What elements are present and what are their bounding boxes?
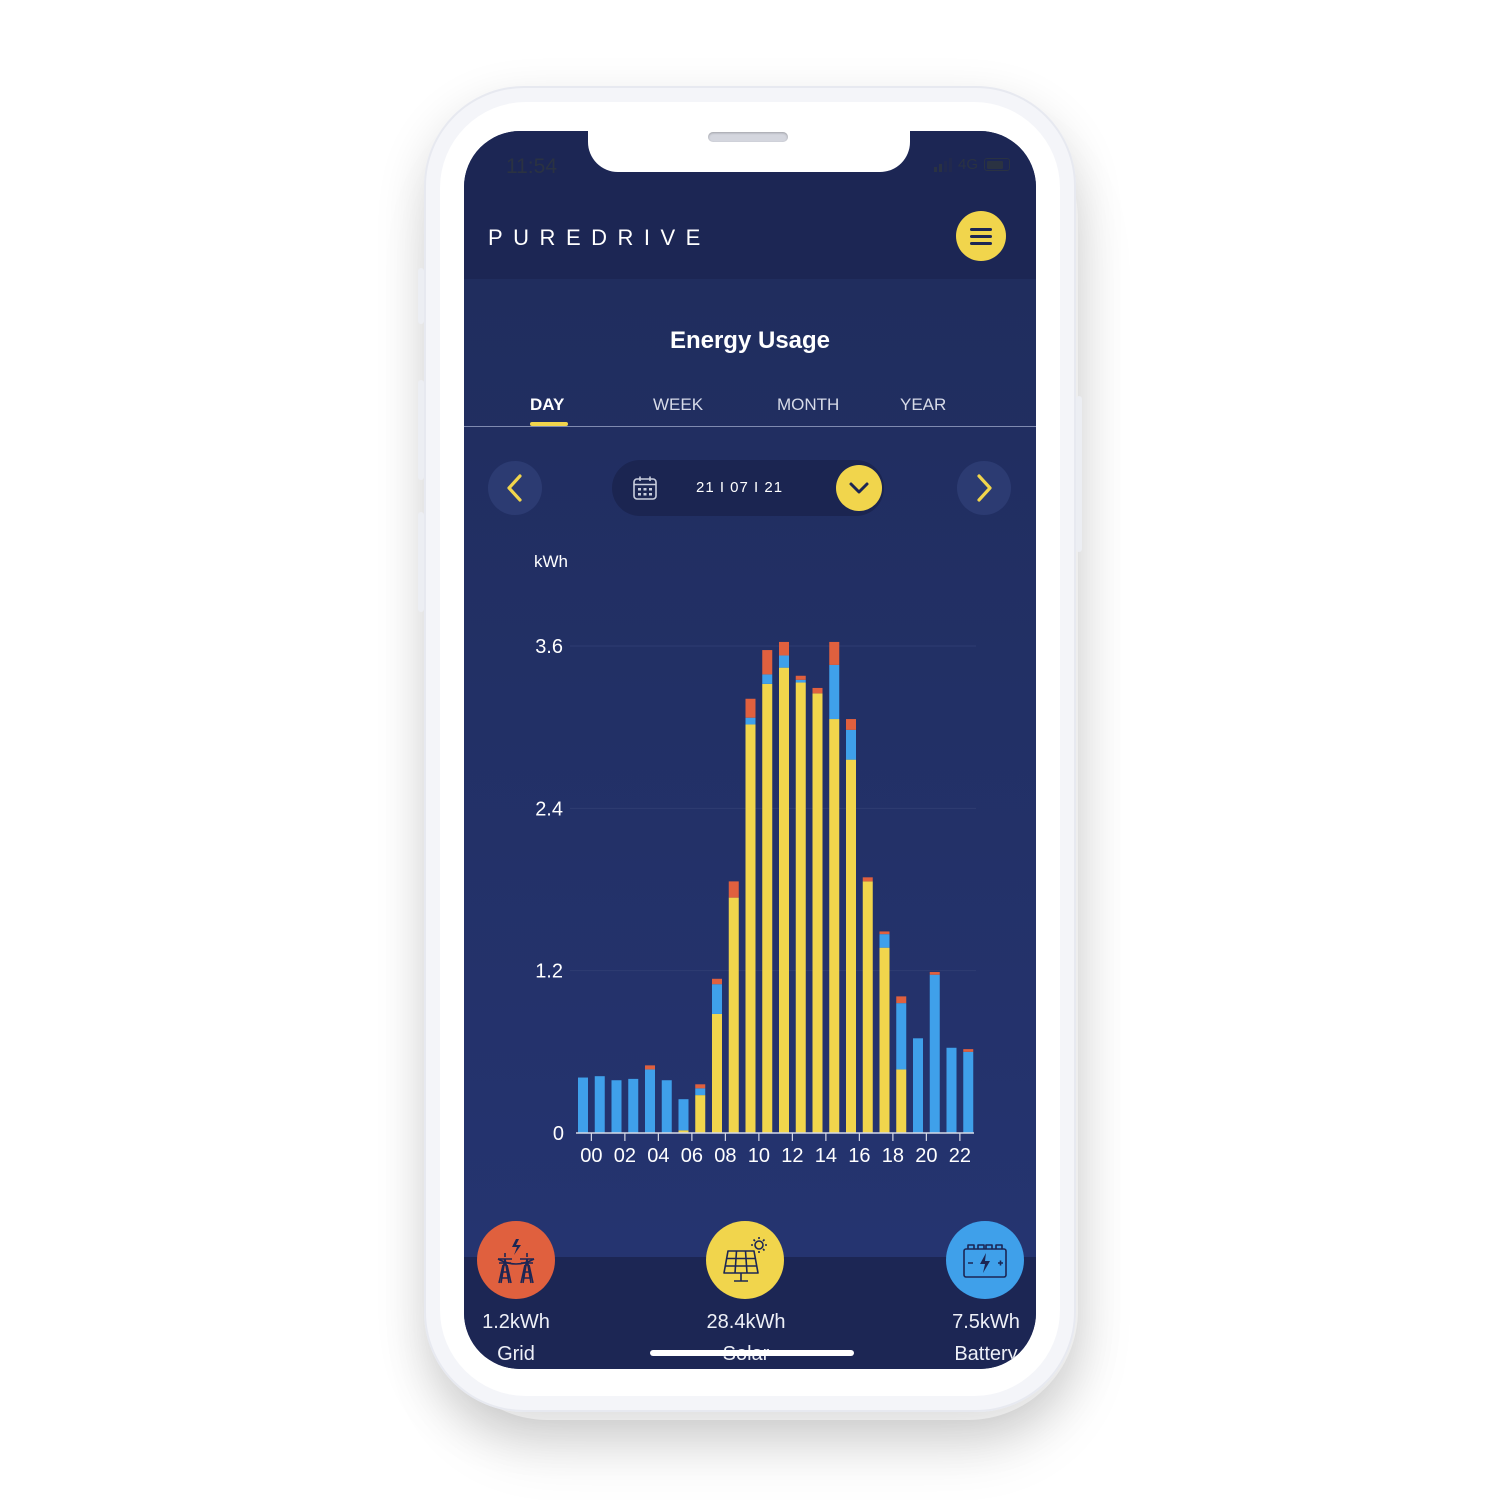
home-indicator[interactable] — [650, 1350, 854, 1356]
x-tick-label: 20 — [915, 1145, 937, 1167]
chart-bar-segment — [728, 881, 739, 898]
chart-bar-segment — [829, 641, 840, 665]
chart-bar-segment — [762, 650, 773, 675]
chart-bar-segment — [712, 978, 722, 985]
chart-bar-segment — [712, 984, 722, 1014]
chart-bar-segment — [728, 897, 739, 1133]
grid-value: 1.2kWh — [482, 1311, 550, 1333]
chart-bar-segment — [745, 698, 756, 718]
y-tick-label: 0 — [553, 1123, 564, 1145]
chart-bar-segment — [896, 1069, 907, 1133]
battery-label: Battery — [954, 1343, 1018, 1365]
x-tick-label: 08 — [714, 1145, 736, 1167]
solar-panel-icon[interactable] — [706, 1221, 784, 1299]
app-screen: 11:54 4G PUREDRIVE Energy Usage DAY WEEK… — [464, 131, 1036, 1369]
chart-bar-segment — [879, 934, 890, 948]
y-tick-label: 2.4 — [535, 798, 563, 820]
chart-bar-segment — [963, 1051, 974, 1133]
power-tower-icon[interactable] — [477, 1221, 555, 1299]
y-tick-label: 1.2 — [535, 961, 563, 983]
x-tick-label: 04 — [647, 1145, 669, 1167]
phone-side-button — [418, 380, 424, 480]
chart-bar-segment — [762, 674, 773, 684]
chart-bar-segment — [779, 655, 789, 668]
chart-bar-segment — [846, 759, 856, 1133]
phone-side-button — [1076, 396, 1082, 552]
battery-icon[interactable] — [946, 1221, 1024, 1299]
chart-bar-segment — [812, 687, 823, 694]
x-tick-label: 12 — [781, 1145, 803, 1167]
chart-bar-segment — [929, 972, 940, 975]
chart-bar-segment — [862, 877, 873, 882]
chart-bar-segment — [678, 1099, 689, 1131]
chart-bar-segment — [963, 1049, 974, 1052]
chart-bar-segment — [879, 931, 890, 935]
chart-bar-segment — [829, 664, 840, 720]
chart-bar-segment — [913, 1038, 923, 1133]
chart-bar-segment — [745, 717, 756, 725]
chart-bar-segment — [862, 881, 873, 1133]
x-tick-label: 00 — [580, 1145, 602, 1167]
x-tick-label: 18 — [882, 1145, 904, 1167]
chart-bar-segment — [946, 1047, 957, 1133]
solar-value: 28.4kWh — [706, 1311, 786, 1333]
battery-value: 7.5kWh — [952, 1311, 1020, 1333]
chart-bar-segment — [846, 719, 856, 730]
x-tick-label: 22 — [949, 1145, 971, 1167]
y-tick-label: 3.6 — [535, 636, 563, 658]
chart-bar-segment — [829, 719, 840, 1133]
phone-side-button — [418, 268, 424, 324]
chart-bar-segment — [578, 1077, 588, 1133]
chart-bar-segment — [795, 679, 806, 683]
chart-bar-segment — [846, 729, 856, 760]
phone-speaker — [708, 132, 788, 142]
chart-bar-segment — [695, 1084, 706, 1089]
chart-bar-segment — [762, 683, 773, 1133]
chart-bar-segment — [594, 1076, 605, 1133]
chart-bar-segment — [795, 682, 806, 1133]
grid-label: Grid — [497, 1343, 535, 1365]
chart-bar-segment — [611, 1080, 622, 1133]
chart-bar-segment — [779, 641, 789, 656]
chart-bar-segment — [745, 724, 756, 1133]
x-tick-label: 02 — [614, 1145, 636, 1167]
chart-bar-segment — [628, 1078, 639, 1133]
chart-bar-segment — [929, 974, 940, 1133]
x-tick-label: 16 — [848, 1145, 870, 1167]
chart-bar-segment — [879, 947, 890, 1133]
x-tick-label: 10 — [748, 1145, 770, 1167]
chart-bar-segment — [896, 1003, 907, 1070]
chart-bar-segment — [645, 1065, 655, 1070]
chart-bar-segment — [896, 996, 907, 1004]
chart-bar-segment — [695, 1088, 706, 1096]
solar-label: Solar — [676, 1343, 816, 1369]
chart-bar-segment — [779, 667, 789, 1133]
energy-usage-chart: 3.62.41.2000 02 04 06 08 10 12 14 16 18 20 22 — [535, 636, 976, 1167]
x-tick-label: 06 — [681, 1145, 703, 1167]
x-tick-label: 14 — [815, 1145, 837, 1167]
chart-bar-segment — [695, 1095, 706, 1133]
chart-bar-segment — [812, 693, 823, 1133]
phone-side-button — [418, 512, 424, 612]
chart-bar-segment — [795, 675, 806, 680]
chart-bar-segment — [661, 1080, 672, 1133]
chart-bar-segment — [645, 1069, 655, 1133]
chart-bar-segment — [712, 1013, 722, 1133]
